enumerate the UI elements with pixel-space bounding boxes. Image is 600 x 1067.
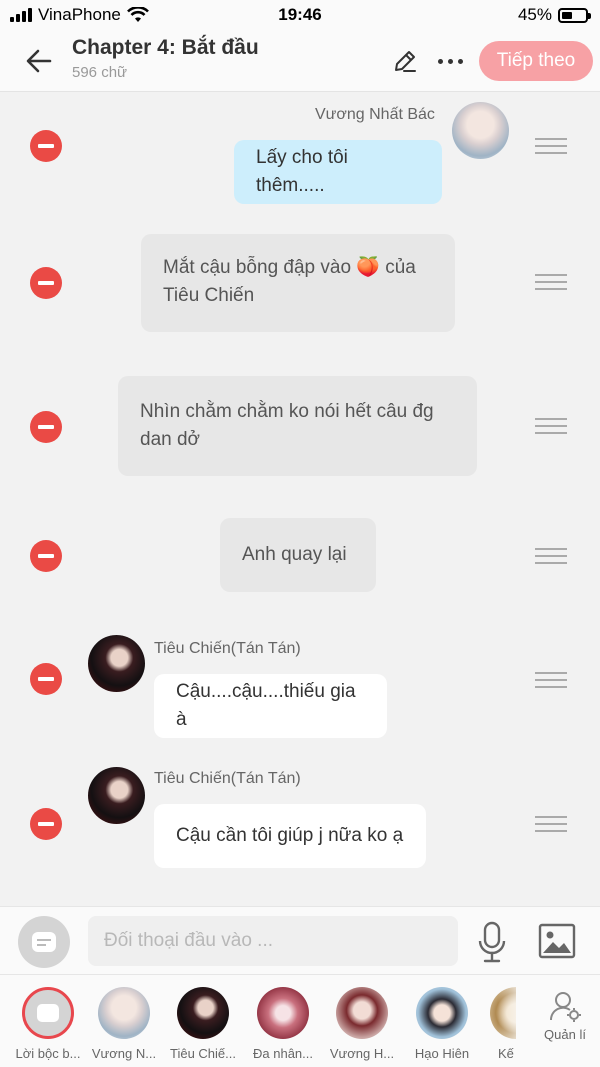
remove-message-button[interactable] xyxy=(30,267,62,299)
narration-bubble[interactable]: Nhìn chằm chằm ko nói hết câu đg dan dở xyxy=(118,376,477,476)
more-options-icon[interactable] xyxy=(430,46,470,76)
message-text-line: Nhìn chằm chằm ko nói hết câu đg xyxy=(140,401,434,422)
speaker-name: Vương Nhất Bác xyxy=(315,106,435,123)
character-narrator[interactable]: Lời bộc b... xyxy=(13,987,83,1061)
drag-handle[interactable] xyxy=(535,548,567,566)
battery-percent: 45% xyxy=(517,5,552,24)
character-label: Tiêu Chiế... xyxy=(170,1046,236,1061)
message-text-line: Tiêu Chiến xyxy=(163,285,255,306)
message-bubble[interactable]: Cậu cần tôi giúp j nữa ko ạ xyxy=(154,804,426,868)
character-label: Vương H... xyxy=(329,1046,395,1061)
message-text: Lấy cho tôi thêm..... xyxy=(256,147,348,196)
character-da-nhan[interactable]: Đa nhân... xyxy=(248,987,318,1061)
speaker-name: Tiêu Chiến(Tán Tán) xyxy=(154,640,301,657)
character-bar: Lời bộc b... Vương N... Tiêu Chiế... Đa … xyxy=(0,974,600,1067)
character-avatar xyxy=(336,987,388,1039)
chat-bubble-icon xyxy=(32,932,56,952)
battery-info: 45% xyxy=(517,5,591,25)
drag-handle[interactable] xyxy=(535,418,567,436)
drag-handle[interactable] xyxy=(535,274,567,292)
character-vuong-nhat-bac[interactable]: Vương N... xyxy=(89,987,159,1061)
person-gear-icon xyxy=(549,992,581,1022)
message-text-line: Mắt cậu bỗng đập vào 🍑 của xyxy=(163,257,416,278)
chat-area[interactable]: Vương Nhất Bác Lấy cho tôi thêm..... Mắt… xyxy=(0,92,600,906)
clock: 19:46 xyxy=(278,5,322,24)
narration-bubble[interactable]: Mắt cậu bỗng đập vào 🍑 của Tiêu Chiến xyxy=(141,234,455,332)
message-text: Cậu cần tôi giúp j nữa ko ạ xyxy=(176,825,404,846)
character-avatar xyxy=(416,987,468,1039)
character-label: Đa nhân... xyxy=(253,1046,313,1061)
avatar-tieu-chien[interactable] xyxy=(88,767,145,824)
remove-message-button[interactable] xyxy=(30,411,62,443)
scroll-fade xyxy=(498,987,534,1039)
message-text: Cậu....cậu....thiếu gia à xyxy=(176,681,356,730)
microphone-icon[interactable] xyxy=(474,920,510,964)
next-chapter-button[interactable]: Tiếp theo xyxy=(479,41,593,81)
back-arrow-icon[interactable] xyxy=(22,44,56,78)
character-avatar xyxy=(98,987,150,1039)
character-avatar xyxy=(257,987,309,1039)
character-vuong-h[interactable]: Vương H... xyxy=(327,987,397,1061)
character-label: Lời bộc b... xyxy=(15,1046,81,1061)
message-row: Nhìn chằm chằm ko nói hết câu đg dan dở xyxy=(0,376,600,476)
message-bubble[interactable]: Lấy cho tôi thêm..... xyxy=(234,140,442,204)
message-row: Vương Nhất Bác Lấy cho tôi thêm..... xyxy=(0,92,600,212)
message-bubble[interactable]: Cậu....cậu....thiếu gia à xyxy=(154,674,387,738)
character-label: Vương N... xyxy=(91,1046,157,1061)
remove-message-button[interactable] xyxy=(30,663,62,695)
word-count: 596 chữ xyxy=(72,64,128,81)
avatar-tieu-chien[interactable] xyxy=(88,635,145,692)
drag-handle[interactable] xyxy=(535,138,567,156)
manage-label: Quản lí xyxy=(544,1027,586,1042)
dialogue-input[interactable] xyxy=(88,916,458,966)
message-row: Tiêu Chiến(Tán Tán) Cậu cần tôi giúp j n… xyxy=(0,764,600,874)
status-bar: VinaPhone 19:46 45% xyxy=(0,0,600,30)
character-avatar xyxy=(177,987,229,1039)
character-label: Kế xyxy=(498,1046,514,1061)
keyboard-toggle-button[interactable] xyxy=(18,916,70,968)
page-title: Chapter 4: Bắt đầu xyxy=(72,36,259,59)
remove-message-button[interactable] xyxy=(30,540,62,572)
title-block: Chapter 4: Bắt đầu 596 chữ xyxy=(72,36,259,81)
message-text: Anh quay lại xyxy=(242,544,347,565)
speaker-name: Tiêu Chiến(Tán Tán) xyxy=(154,770,301,787)
remove-message-button[interactable] xyxy=(30,130,62,162)
manage-characters-button[interactable]: Quản lí xyxy=(540,989,590,1042)
message-row: Tiêu Chiến(Tán Tán) Cậu....cậu....thiếu … xyxy=(0,632,600,742)
message-row: Anh quay lại xyxy=(0,518,600,594)
message-text-line: dan dở xyxy=(140,429,201,450)
narrator-icon xyxy=(22,987,74,1039)
character-hao-hien[interactable]: Hạo Hiên xyxy=(407,987,477,1061)
drag-handle[interactable] xyxy=(535,816,567,834)
image-icon[interactable] xyxy=(538,923,576,959)
character-label: Hạo Hiên xyxy=(414,1046,470,1061)
remove-message-button[interactable] xyxy=(30,808,62,840)
chapter-header: Chapter 4: Bắt đầu 596 chữ Tiếp theo xyxy=(0,30,600,92)
narration-bubble[interactable]: Anh quay lại xyxy=(220,518,376,592)
drag-handle[interactable] xyxy=(535,672,567,690)
pencil-icon[interactable] xyxy=(390,46,420,76)
avatar-vuong-nhat-bac[interactable] xyxy=(452,102,509,159)
message-row: Mắt cậu bỗng đập vào 🍑 của Tiêu Chiến xyxy=(0,232,600,332)
character-tieu-chien[interactable]: Tiêu Chiế... xyxy=(168,987,238,1061)
battery-icon xyxy=(558,7,591,23)
input-bar xyxy=(0,906,600,974)
